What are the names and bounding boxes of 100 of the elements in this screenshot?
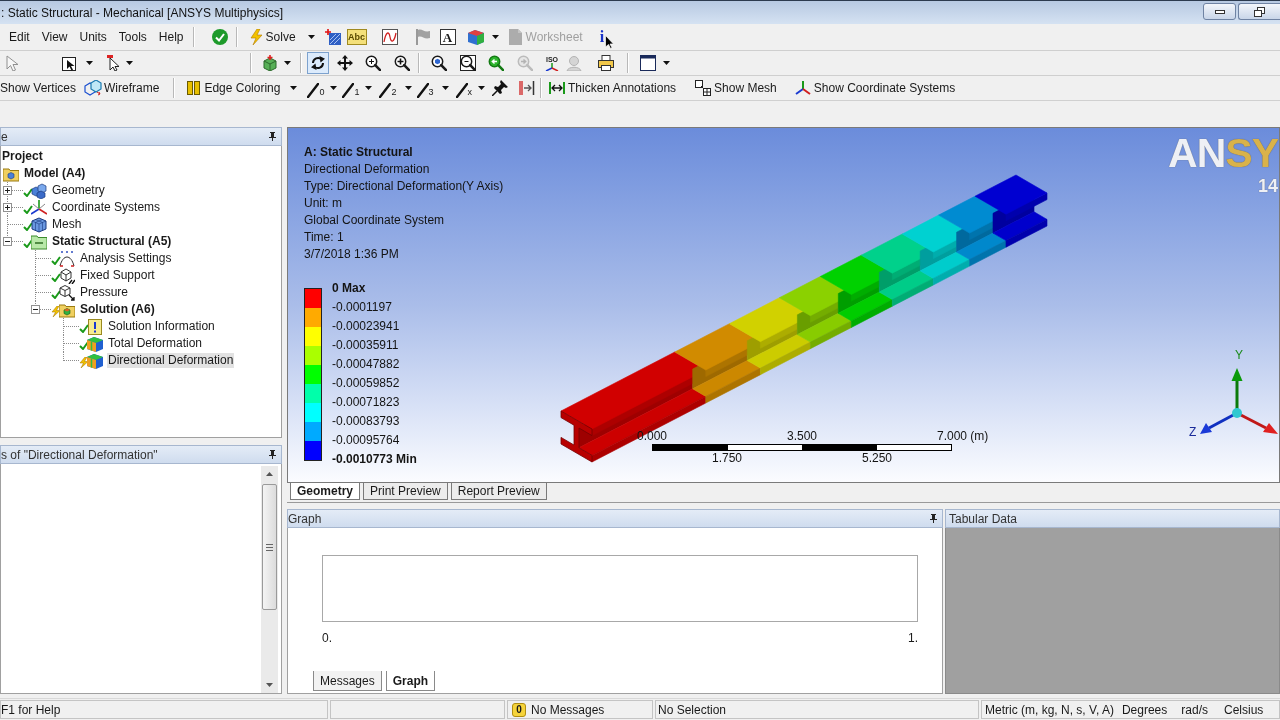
- result-cube-icon: [87, 335, 103, 352]
- tree-item[interactable]: Analysis Settings: [79, 251, 173, 266]
- cube-support-icon: [59, 267, 75, 284]
- expand-toggle[interactable]: [3, 186, 12, 195]
- expand-toggle[interactable]: [3, 203, 12, 212]
- menu-item[interactable]: Edit: [3, 27, 36, 47]
- cube-icon[interactable]: [467, 29, 484, 45]
- restore-button[interactable]: [1238, 3, 1280, 20]
- minimize-button[interactable]: [1203, 3, 1236, 20]
- tree-item[interactable]: Pressure: [79, 285, 130, 300]
- tree-item[interactable]: Coordinate Systems: [51, 200, 162, 215]
- thicken-annotations-button[interactable]: Thicken Annotations: [549, 77, 677, 99]
- caret-icon[interactable]: [491, 35, 499, 39]
- tree-item[interactable]: Model (A4): [23, 166, 87, 181]
- cubes-icon: [31, 182, 47, 199]
- scroll-up-arrow-icon[interactable]: [266, 472, 273, 476]
- caret-icon[interactable]: [441, 86, 449, 90]
- tree-item[interactable]: Directional Deformation: [107, 353, 235, 368]
- temperature-unit-text[interactable]: Celsius: [1223, 700, 1264, 719]
- menu-item[interactable]: Help: [152, 27, 190, 47]
- rotational-velocity-unit-text[interactable]: rad/s: [1181, 700, 1208, 719]
- show-mesh-button[interactable]: Show Mesh: [695, 77, 777, 99]
- mouse-pointer-icon: [605, 35, 615, 49]
- pin-icon[interactable]: [269, 450, 276, 459]
- zoom-box-icon: [460, 55, 476, 71]
- view-tab[interactable]: Geometry: [290, 483, 361, 500]
- tree-item[interactable]: Solution Information: [107, 319, 216, 334]
- show-vertices-button[interactable]: Show Vertices: [0, 77, 77, 99]
- caret-icon[interactable]: [86, 61, 93, 65]
- caret-icon[interactable]: [290, 86, 298, 90]
- info-button[interactable]: i: [598, 27, 606, 47]
- label-tile-button[interactable]: Abc: [346, 29, 367, 45]
- pin-icon[interactable]: [269, 132, 276, 141]
- menu-item[interactable]: Tools: [112, 27, 153, 47]
- tree-item[interactable]: Mesh: [51, 217, 83, 232]
- caret-icon[interactable]: [478, 86, 485, 90]
- tree-item[interactable]: Solution (A6): [79, 302, 156, 317]
- toolbar-button[interactable]: [637, 52, 659, 74]
- angle-unit-text[interactable]: Degrees: [1121, 700, 1168, 719]
- panel-tab[interactable]: Graph: [385, 671, 436, 691]
- expand-toggle[interactable]: [31, 305, 40, 314]
- caret-icon[interactable]: [126, 61, 133, 65]
- edge-style-button[interactable]: 1: [342, 78, 360, 98]
- vertical-scrollbar[interactable]: [261, 466, 278, 693]
- caret-icon[interactable]: [404, 86, 412, 90]
- printer-icon: [598, 55, 614, 71]
- cube-plus-icon: [262, 55, 278, 71]
- edge-style-button[interactable]: 2: [379, 78, 397, 98]
- tree-item[interactable]: Geometry: [51, 183, 106, 198]
- edge-style-button[interactable]: 0: [307, 78, 325, 98]
- caret-icon[interactable]: [284, 61, 291, 65]
- zoom-fit-icon: [431, 55, 447, 71]
- tree-item[interactable]: Fixed Support: [79, 268, 156, 283]
- toolbar-button[interactable]: [595, 52, 617, 74]
- edge-coloring-button[interactable]: Edge Coloring: [187, 77, 281, 99]
- scrollbar-thumb[interactable]: [262, 484, 277, 610]
- panel-tab[interactable]: Messages: [313, 671, 382, 691]
- pin-icon[interactable]: [930, 514, 937, 523]
- unit-system-text[interactable]: Metric (m, kg, N, s, V, A): [985, 700, 1114, 719]
- caret-icon[interactable]: [330, 86, 338, 90]
- caret-icon[interactable]: [365, 86, 373, 90]
- slash-line-icon: [379, 83, 392, 98]
- folder-cube-icon: [3, 165, 19, 182]
- tree-item[interactable]: Project: [1, 149, 44, 164]
- scroll-down-arrow-icon[interactable]: [266, 683, 273, 687]
- edge-style-button[interactable]: x: [455, 78, 472, 98]
- legend-value: -0.00059852: [332, 375, 400, 392]
- legend-value: 0 Max: [332, 280, 366, 297]
- toolbar-button[interactable]: [457, 52, 479, 74]
- axes-icon: [545, 62, 559, 71]
- wireframe-cubes-icon: [84, 80, 103, 96]
- result-title: A: Static Structural: [304, 144, 413, 161]
- sheet-icon: [506, 29, 523, 45]
- panel-title: Graph: [288, 510, 322, 528]
- axis-label: Z: [1189, 426, 1197, 438]
- pushpin-icon[interactable]: [492, 80, 508, 96]
- menu-item[interactable]: View: [35, 27, 74, 47]
- minimize-icon: [1214, 9, 1225, 14]
- result-info-line: Global Coordinate System: [304, 212, 445, 229]
- menu-item[interactable]: Units: [73, 27, 113, 47]
- tree-item[interactable]: Static Structural (A5): [51, 234, 173, 249]
- bracket-arrow-icon[interactable]: [519, 80, 535, 96]
- pointer-icon: [4, 55, 20, 71]
- check-circle-icon[interactable]: [211, 29, 228, 45]
- caret-icon[interactable]: [307, 35, 315, 39]
- view-tab[interactable]: Report Preview: [450, 483, 547, 500]
- result-cube-icon: [87, 352, 103, 369]
- logo-text: ANSY: [1168, 133, 1278, 174]
- view-tab[interactable]: Print Preview: [363, 483, 448, 500]
- toolbar-button[interactable]: [307, 52, 329, 74]
- show-coordinate-systems-button[interactable]: Show Coordinate Systems: [794, 77, 956, 99]
- tree-item[interactable]: Total Deformation: [107, 336, 204, 351]
- graph-icon[interactable]: [381, 29, 398, 45]
- hatched-box-plus-icon[interactable]: [324, 29, 341, 45]
- expand-toggle[interactable]: [3, 237, 12, 246]
- solve-button[interactable]: Solve: [247, 26, 296, 48]
- wireframe-button[interactable]: Wireframe: [84, 77, 160, 99]
- edge-style-button[interactable]: 3: [416, 78, 434, 98]
- text-box-button[interactable]: A: [439, 29, 456, 45]
- caret-icon[interactable]: [663, 61, 670, 65]
